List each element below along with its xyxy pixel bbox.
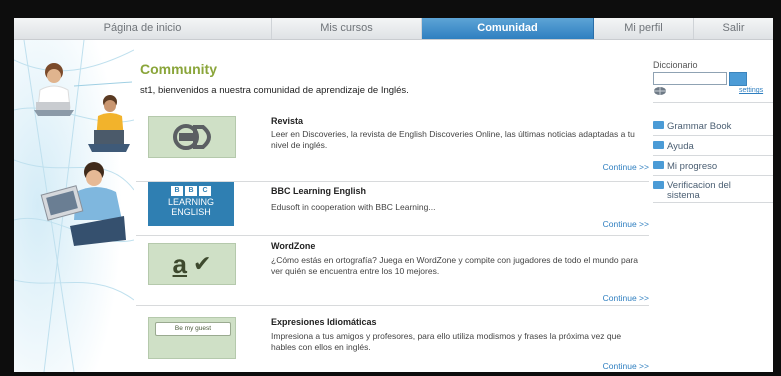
sidebar-link-grammar-book[interactable]: Grammar Book (653, 121, 731, 132)
continue-link[interactable]: Continue >> (603, 162, 649, 172)
wordzone-logo[interactable]: a ✔ (148, 243, 236, 285)
list-item-wordzone: a ✔ WordZone ¿Cómo estás en ortografía? … (136, 235, 649, 306)
checkmark-icon: ✔ (193, 251, 212, 276)
revista-logo[interactable] (148, 116, 236, 158)
sidebar-link-label: Grammar Book (667, 121, 732, 132)
item-title: Expresiones Idiomáticas (271, 317, 377, 327)
right-sidebar: Diccionario settings Grammar Book Ayuda … (653, 40, 773, 372)
list-item-revista: Revista Leer en Discoveries, la revista … (136, 108, 649, 182)
item-description: Edusoft in cooperation with BBC Learning… (271, 202, 436, 212)
students-graphic (14, 40, 134, 372)
item-title: BBC Learning English (271, 186, 367, 196)
discoveries-icon (173, 124, 211, 150)
list-item-bbc: B B C LEARNING ENGLISH BBC Learning Engl… (136, 181, 649, 236)
nav-item-home[interactable]: Página de inicio (14, 18, 272, 39)
main-content: Community st1, bienvenidos a nuestra com… (14, 40, 773, 372)
window-frame-right (773, 0, 781, 376)
sidebar-link-label: Mi progreso (667, 161, 718, 172)
book-icon (653, 121, 664, 130)
sidebar-link-system-check[interactable]: Verificacion del sistema (653, 181, 761, 201)
dictionary-search-button[interactable] (729, 72, 747, 86)
sidebar-divider (653, 175, 773, 176)
item-title: Revista (271, 116, 304, 126)
welcome-message: st1, bienvenidos a nuestra comunidad de … (140, 85, 409, 96)
sidebar-link-help[interactable]: Ayuda (653, 141, 694, 152)
sidebar-divider (653, 135, 773, 136)
sidebar-divider (653, 202, 773, 203)
expresiones-logo[interactable]: Be my guest (148, 317, 236, 359)
nav-item-my-profile[interactable]: Mi perfil (594, 18, 694, 39)
nav-item-logout[interactable]: Salir (694, 18, 773, 39)
sidebar-divider (653, 102, 773, 103)
bbc-logo-line2: ENGLISH (171, 207, 211, 217)
window-frame-bottom (0, 372, 781, 376)
window-frame-left (0, 0, 14, 376)
sidebar-divider (653, 155, 773, 156)
list-item-expresiones: Be my guest Expresiones Idiomáticas Impr… (136, 305, 649, 372)
speech-bubble: Be my guest (155, 322, 231, 336)
page-title: Community (140, 61, 217, 77)
item-description: Leer en Discoveries, la revista de Engli… (271, 129, 635, 150)
continue-link[interactable]: Continue >> (603, 293, 649, 303)
dictionary-search-input[interactable] (653, 72, 727, 85)
sidebar-link-my-progress[interactable]: Mi progreso (653, 161, 717, 172)
globe-icon (654, 87, 666, 95)
wordzone-logo-letter: a (172, 248, 188, 279)
item-description: Impresiona a tus amigos y profesores, pa… (271, 331, 622, 352)
hero-students-illustration (14, 40, 134, 372)
continue-link[interactable]: Continue >> (603, 219, 649, 229)
bbc-logo[interactable]: B B C LEARNING ENGLISH (148, 182, 234, 226)
help-icon (653, 141, 664, 150)
progress-icon (653, 161, 664, 170)
sidebar-link-label: Verificacion del sistema (667, 180, 731, 201)
nav-item-my-courses[interactable]: Mis cursos (272, 18, 422, 39)
bbc-logo-line1: LEARNING (167, 197, 214, 207)
item-title: WordZone (271, 241, 316, 251)
system-check-icon (653, 181, 664, 189)
nav-item-community[interactable]: Comunidad (422, 18, 594, 39)
dictionary-settings-link[interactable]: settings (739, 87, 763, 94)
top-nav: Página de inicio Mis cursos Comunidad Mi… (14, 18, 773, 40)
item-description: ¿Cómo estás en ortografía? Juega en Word… (271, 255, 638, 276)
window-frame-top (0, 0, 781, 18)
sidebar-link-label: Ayuda (667, 141, 694, 152)
dictionary-label: Diccionario (653, 60, 698, 70)
continue-link[interactable]: Continue >> (603, 361, 649, 371)
